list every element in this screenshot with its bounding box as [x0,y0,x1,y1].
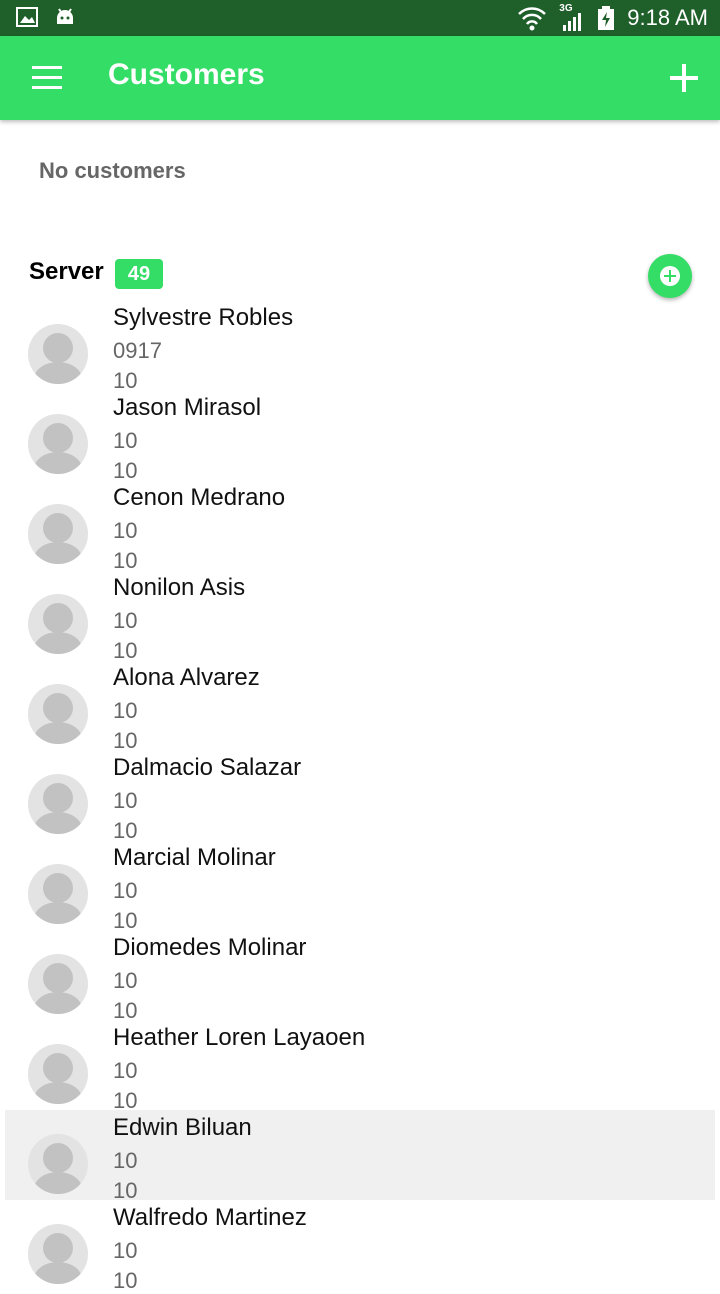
customer-detail-1: 10 [113,608,138,633]
server-label: Server [29,258,104,285]
avatar-icon [28,774,88,834]
customer-detail-1: 10 [113,1238,138,1263]
customer-detail-1: 10 [113,788,138,813]
menu-icon[interactable] [32,66,64,90]
clock: 9:18 AM [627,5,708,30]
battery-charging-icon [598,6,615,30]
app-bar: Customers [0,36,720,120]
customer-detail-1: 10 [113,1058,138,1083]
customer-name: Alona Alvarez [113,664,260,691]
status-bar: 3G 9:18 AM [0,0,720,36]
customer-name: Sylvestre Robles [113,304,294,331]
selection-highlight [5,1110,715,1200]
customer-detail-1: 10 [113,518,138,543]
image-notification-icon [16,7,38,27]
page-title: Customers [108,58,265,91]
avatar-icon [28,1224,88,1284]
avatar-icon [28,684,88,744]
customer-list-item[interactable]: Dalmacio Salazar 10 10 [0,750,720,843]
wifi-icon [518,7,547,31]
customer-list-item[interactable]: Diomedes Molinar 10 10 [0,930,720,1023]
avatar-icon [28,1044,88,1104]
add-circle-icon [660,266,680,286]
customer-name: Jason Mirasol [113,394,262,421]
empty-message: No customers [39,158,186,183]
customer-name: Heather Loren Layaoen [113,1024,366,1051]
customer-name: Marcial Molinar [113,844,276,871]
customer-detail-1: 10 [113,428,138,453]
customer-detail-1: 10 [113,698,138,723]
customer-list-item[interactable]: Cenon Medrano 10 10 [0,480,720,573]
customer-list-item[interactable]: Alona Alvarez 10 10 [0,660,720,753]
customer-list-item[interactable]: Walfredo Martinez 10 10 [0,1200,720,1293]
customer-detail-1: 10 [113,1148,138,1173]
customer-name: Dalmacio Salazar [113,754,302,781]
customer-list-item[interactable]: Heather Loren Layaoen 10 10 [0,1020,720,1113]
customer-name: Nonilon Asis [113,574,246,601]
customer-list-item[interactable]: Jason Mirasol 10 10 [0,390,720,483]
count-badge: 49 [115,259,163,289]
avatar-icon [28,414,88,474]
avatar-icon [28,324,88,384]
customer-list-item[interactable]: Nonilon Asis 10 10 [0,570,720,663]
customer-list-item[interactable]: Sylvestre Robles 0917 10 [0,300,720,393]
avatar-icon [28,504,88,564]
customer-name: Walfredo Martinez [113,1204,307,1231]
avatar-icon [28,864,88,924]
customer-name: Diomedes Molinar [113,934,307,961]
customer-detail-2: 10 [113,1268,138,1293]
customer-list-item[interactable]: Edwin Biluan 10 10 [0,1110,720,1203]
add-server-customer-button[interactable] [648,254,692,298]
customer-name: Edwin Biluan [113,1114,252,1141]
customer-list-item[interactable]: Marcial Molinar 10 10 [0,840,720,933]
customer-name: Cenon Medrano [113,484,286,511]
customer-list[interactable]: Sylvestre Robles 0917 10 Jason Mirasol 10 10 C… [0,300,720,1293]
android-notification-icon [57,8,73,24]
customer-detail-1: 10 [113,878,138,903]
add-customer-icon[interactable] [668,62,700,94]
avatar-icon [28,954,88,1014]
avatar-icon [28,1134,88,1194]
customer-detail-1: 10 [113,968,138,993]
server-section-header: Server 49 [29,254,699,298]
avatar-icon [28,594,88,654]
cell-signal-icon: 3G [559,3,585,33]
customer-detail-1: 0917 [113,338,162,363]
